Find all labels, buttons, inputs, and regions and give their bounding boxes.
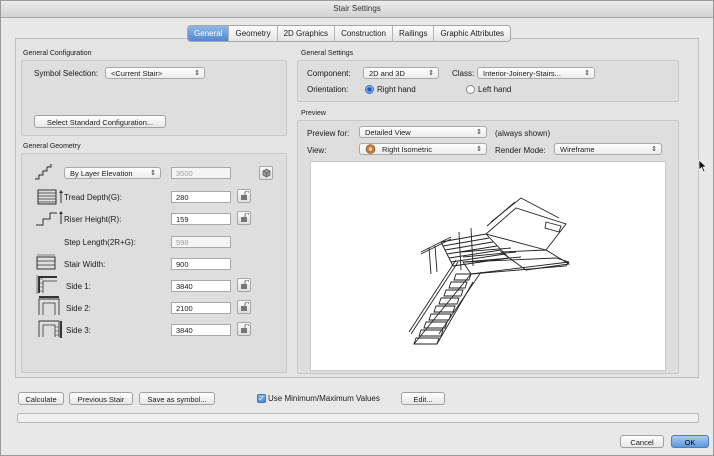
view-cube-button[interactable] <box>259 166 273 180</box>
component-value: 2D and 3D <box>369 69 405 78</box>
orientation-label: Orientation: <box>307 85 349 94</box>
side1-label: Side 1: <box>66 282 91 291</box>
side3-label: Side 3: <box>66 326 91 335</box>
side2-label: Side 2: <box>66 304 91 313</box>
orientation-left-label: Left hand <box>478 85 512 94</box>
cancel-button[interactable]: Cancel <box>620 435 664 448</box>
render-mode-value: Wireframe <box>560 145 595 154</box>
popup-arrows-icon: ⇕ <box>150 170 156 177</box>
popup-arrows-icon: ⇕ <box>194 70 200 77</box>
general-geometry-title: General Geometry <box>23 143 81 150</box>
orientation-left-radio[interactable] <box>466 85 475 94</box>
stair-side-icon <box>38 296 60 315</box>
view-value: Right Isometric <box>382 145 433 154</box>
tab-graphic-attributes[interactable]: Graphic Attributes <box>434 26 510 41</box>
window-title: Stair Settings <box>1 1 713 18</box>
view-popup[interactable]: Right Isometric ⇕ <box>359 143 487 155</box>
preview-for-popup[interactable]: Detailed View ⇕ <box>359 126 487 138</box>
riser-height-icon <box>36 211 63 226</box>
stair-elevation-icon <box>34 163 52 180</box>
preview-for-value: Detailed View <box>365 128 411 137</box>
elevation-value-field[interactable]: 3500 <box>171 167 231 179</box>
riser-height-lock-button[interactable] <box>237 211 251 225</box>
calculate-button[interactable]: Calculate <box>18 392 64 405</box>
step-length-label: Step Length(2R+G): <box>64 238 136 247</box>
use-min-max-checkbox[interactable]: ✓ <box>257 394 266 403</box>
always-shown-label: (always shown) <box>495 129 551 138</box>
popup-arrows-icon: ⇕ <box>476 129 482 136</box>
view-label: View: <box>307 146 327 155</box>
stair-settings-window: Stair Settings General Geometry 2D Graph… <box>0 0 714 456</box>
general-configuration-title: General Configuration <box>23 50 92 57</box>
popup-arrows-icon: ⇕ <box>476 146 482 153</box>
preview-title: Preview <box>301 110 326 117</box>
tread-depth-label: Tread Depth(G): <box>64 193 122 202</box>
elevation-mode-value: By Layer Elevation <box>70 169 133 178</box>
tab-2d-graphics[interactable]: 2D Graphics <box>278 26 336 41</box>
tread-depth-field[interactable]: 280 <box>171 191 231 203</box>
progress-bar <box>17 413 699 423</box>
tread-depth-lock-button[interactable] <box>237 189 251 203</box>
component-popup[interactable]: 2D and 3D ⇕ <box>363 67 439 79</box>
render-mode-popup[interactable]: Wireframe ⇕ <box>554 143 662 155</box>
side2-lock-button[interactable] <box>237 300 251 314</box>
popup-arrows-icon: ⇕ <box>651 146 657 153</box>
isometric-view-icon <box>365 144 376 154</box>
class-value: Interior-Joinery-Stairs... <box>483 69 561 78</box>
stair-preview-canvas[interactable] <box>310 161 666 371</box>
class-label: Class: <box>452 69 475 78</box>
lock-icon <box>241 324 249 333</box>
tab-general[interactable]: General <box>188 26 230 41</box>
use-min-max-label: Use Minimum/Maximum Values <box>268 394 380 403</box>
orientation-right-radio[interactable] <box>365 85 374 94</box>
lock-icon <box>241 191 249 200</box>
lock-icon <box>241 280 249 289</box>
lock-icon <box>241 302 249 311</box>
class-popup[interactable]: Interior-Joinery-Stairs... ⇕ <box>477 67 595 79</box>
mouse-cursor-icon <box>698 159 708 173</box>
popup-arrows-icon: ⇕ <box>584 70 590 77</box>
lock-icon <box>241 213 249 222</box>
preview-for-label: Preview for: <box>307 129 350 138</box>
side3-lock-button[interactable] <box>237 322 251 336</box>
tab-geometry[interactable]: Geometry <box>229 26 278 41</box>
tread-depth-icon <box>37 189 63 205</box>
edit-button[interactable]: Edit... <box>401 392 445 405</box>
symbol-selection-label: Symbol Selection: <box>34 69 99 78</box>
step-length-field[interactable]: 598 <box>171 236 231 248</box>
view-cube-icon <box>262 168 271 178</box>
riser-height-label: Riser Height(R): <box>64 215 122 224</box>
save-as-symbol-button[interactable]: Save as symbol... <box>139 392 215 405</box>
stair-width-field[interactable]: 900 <box>171 258 231 270</box>
stair-width-label: Stair Width: <box>64 260 106 269</box>
symbol-selection-popup[interactable]: <Current Stair> ⇕ <box>105 67 205 79</box>
stair-width-icon <box>36 254 56 270</box>
tab-railings[interactable]: Railings <box>393 26 435 41</box>
ok-button[interactable]: OK <box>671 435 709 448</box>
tab-construction[interactable]: Construction <box>335 26 393 41</box>
riser-height-field[interactable]: 159 <box>171 213 231 225</box>
side1-lock-button[interactable] <box>237 278 251 292</box>
stair-side-icon <box>36 275 57 294</box>
side3-field[interactable]: 3840 <box>171 324 231 336</box>
side1-field[interactable]: 3840 <box>171 280 231 292</box>
select-standard-configuration-button[interactable]: Select Standard Configuration... <box>34 115 166 128</box>
render-mode-label: Render Mode: <box>495 146 546 155</box>
stair-wireframe-drawing <box>408 197 571 345</box>
tab-bar: General Geometry 2D Graphics Constructio… <box>187 25 512 42</box>
previous-stair-button[interactable]: Previous Stair <box>69 392 133 405</box>
symbol-selection-value: <Current Stair> <box>111 69 163 78</box>
stair-side-icon <box>38 320 62 338</box>
side2-field[interactable]: 2100 <box>171 302 231 314</box>
popup-arrows-icon: ⇕ <box>428 70 434 77</box>
orientation-right-label: Right hand <box>377 85 416 94</box>
component-label: Component: <box>307 69 351 78</box>
elevation-mode-popup[interactable]: By Layer Elevation ⇕ <box>64 167 161 179</box>
general-settings-title: General Settings <box>301 50 354 57</box>
